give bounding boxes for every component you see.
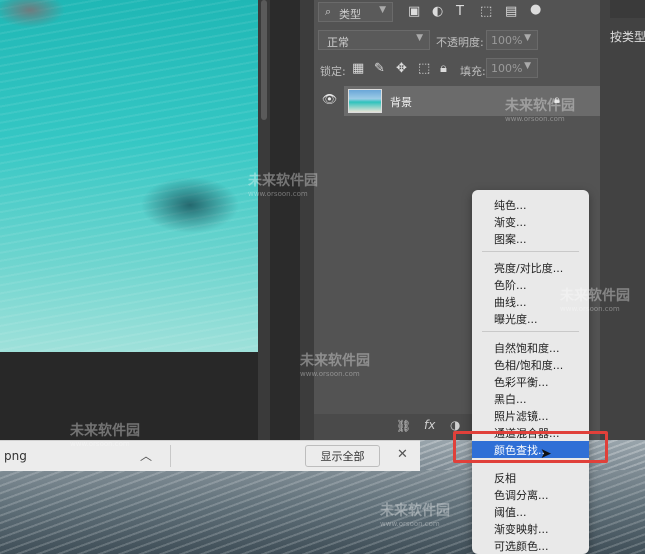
lock-label: 锁定: xyxy=(320,65,346,78)
layer-name: 背景 xyxy=(390,96,412,109)
right-panel: 按类型 xyxy=(600,0,645,440)
chevron-down-icon: ▼ xyxy=(379,5,386,15)
menu-item-invert[interactable]: 反相 xyxy=(472,469,589,486)
lock-artboard-icon[interactable]: ⬚ xyxy=(418,61,430,76)
opacity-label: 不透明度: xyxy=(436,36,484,49)
menu-item-color-balance[interactable]: 色彩平衡... xyxy=(472,373,589,390)
close-icon[interactable]: ✕ xyxy=(397,447,408,462)
watermark-url: www.orsoon.com xyxy=(380,520,440,528)
eye-icon[interactable]: 👁︎ xyxy=(322,92,337,106)
lock-brush-icon[interactable]: ✎ xyxy=(374,61,385,76)
menu-item-solid-color[interactable]: 纯色... xyxy=(472,196,589,213)
fill-field[interactable]: 100% ▼ xyxy=(486,58,538,78)
watermark-url: www.orsoon.com xyxy=(560,305,620,313)
download-file-label[interactable]: png xyxy=(4,449,27,463)
chevron-up-icon[interactable]: ︿ xyxy=(140,447,152,464)
adjustment-layer-menu: 纯色... 渐变... 图案... 亮度/对比度... 色阶... 曲线... … xyxy=(472,190,589,554)
watermark-url: www.orsoon.com xyxy=(505,115,565,123)
opacity-field[interactable]: 100% ▼ xyxy=(486,30,538,50)
menu-item-black-white[interactable]: 黑白... xyxy=(472,390,589,407)
watermark-name: 未来软件园 xyxy=(248,173,318,189)
menu-item-selective-color[interactable]: 可选颜色... xyxy=(472,537,589,554)
watermark-url: www.orsoon.com xyxy=(300,370,360,378)
menu-item-posterize[interactable]: 色调分离... xyxy=(472,486,589,503)
menu-item-gradient-map[interactable]: 渐变映射... xyxy=(472,520,589,537)
watermark-url: www.orsoon.com xyxy=(248,190,308,198)
filter-toggle-icon[interactable]: ● xyxy=(530,2,541,17)
lock-move-icon[interactable]: ✥ xyxy=(396,61,407,76)
menu-item-gradient[interactable]: 渐变... xyxy=(472,213,589,230)
menu-item-threshold[interactable]: 阈值... xyxy=(472,503,589,520)
right-panel-field[interactable] xyxy=(610,0,645,18)
show-all-button[interactable]: 显示全部 xyxy=(305,445,380,467)
blend-mode-select[interactable]: 正常 ▼ xyxy=(318,30,430,50)
shape-filter-icon[interactable]: ⬚ xyxy=(480,4,492,19)
highlight-annotation-box xyxy=(453,431,608,463)
chevron-down-icon: ▼ xyxy=(524,61,531,71)
blend-mode-label: 正常 xyxy=(327,36,349,49)
watermark: 未来软件园 www.orsoon.com xyxy=(300,350,370,378)
opacity-value: 100% xyxy=(491,34,523,47)
chevron-down-icon: ▼ xyxy=(524,33,531,43)
watermark: 未来软件园 www.orsoon.com xyxy=(70,420,140,448)
lock-all-icon[interactable]: 🔒︎ xyxy=(440,61,447,76)
right-panel-label: 按类型 xyxy=(610,30,645,44)
smart-object-filter-icon[interactable]: ▤ xyxy=(505,4,517,19)
filter-kind-select[interactable]: ⌕ 类型 ▼ xyxy=(318,2,393,22)
watermark-name: 未来软件园 xyxy=(380,503,450,519)
divider xyxy=(170,445,171,467)
watermark: 未来软件园 www.orsoon.com xyxy=(248,170,318,198)
fill-label: 填充: xyxy=(460,65,486,78)
document-scrollbar[interactable] xyxy=(258,0,270,442)
download-bar: png ︿ 显示全部 ✕ xyxy=(0,440,420,471)
watermark-name: 未来软件园 xyxy=(560,288,630,304)
menu-item-vibrance[interactable]: 自然饱和度... xyxy=(472,339,589,356)
adjustment-icon[interactable]: ◑ xyxy=(450,418,460,432)
cursor-icon: ➤ xyxy=(540,446,552,462)
link-icon[interactable]: ⛓ xyxy=(396,419,411,433)
menu-separator xyxy=(482,251,579,252)
watermark-name: 未来软件园 xyxy=(70,423,140,439)
menu-item-hue-saturation[interactable]: 色相/饱和度... xyxy=(472,356,589,373)
menu-item-photo-filter[interactable]: 照片滤镜... xyxy=(472,407,589,424)
watermark: 未来软件园 www.orsoon.com xyxy=(560,285,630,313)
watermark: 未来软件园 www.orsoon.com xyxy=(380,500,450,528)
menu-item-pattern[interactable]: 图案... xyxy=(472,230,589,247)
menu-separator xyxy=(482,331,579,332)
canvas-image xyxy=(0,0,258,352)
filter-kind-label: 类型 xyxy=(339,8,361,21)
lock-pixels-icon[interactable]: ▦ xyxy=(352,61,364,76)
watermark-url: www.orsoon.com xyxy=(70,440,130,448)
fill-value: 100% xyxy=(491,62,523,75)
watermark: 未来软件园 www.orsoon.com xyxy=(505,95,575,123)
menu-item-brightness-contrast[interactable]: 亮度/对比度... xyxy=(472,259,589,276)
search-icon: ⌕ xyxy=(325,5,332,18)
adjustment-filter-icon[interactable]: ◐ xyxy=(432,4,443,19)
layer-thumbnail xyxy=(348,89,382,113)
scrollbar-thumb[interactable] xyxy=(261,0,267,120)
image-filter-icon[interactable]: ▣ xyxy=(408,4,420,19)
fx-icon[interactable]: fx xyxy=(424,418,435,432)
chevron-down-icon: ▼ xyxy=(416,33,423,43)
watermark-name: 未来软件园 xyxy=(300,353,370,369)
type-filter-icon[interactable]: T xyxy=(456,4,464,19)
watermark-name: 未来软件园 xyxy=(505,98,575,114)
